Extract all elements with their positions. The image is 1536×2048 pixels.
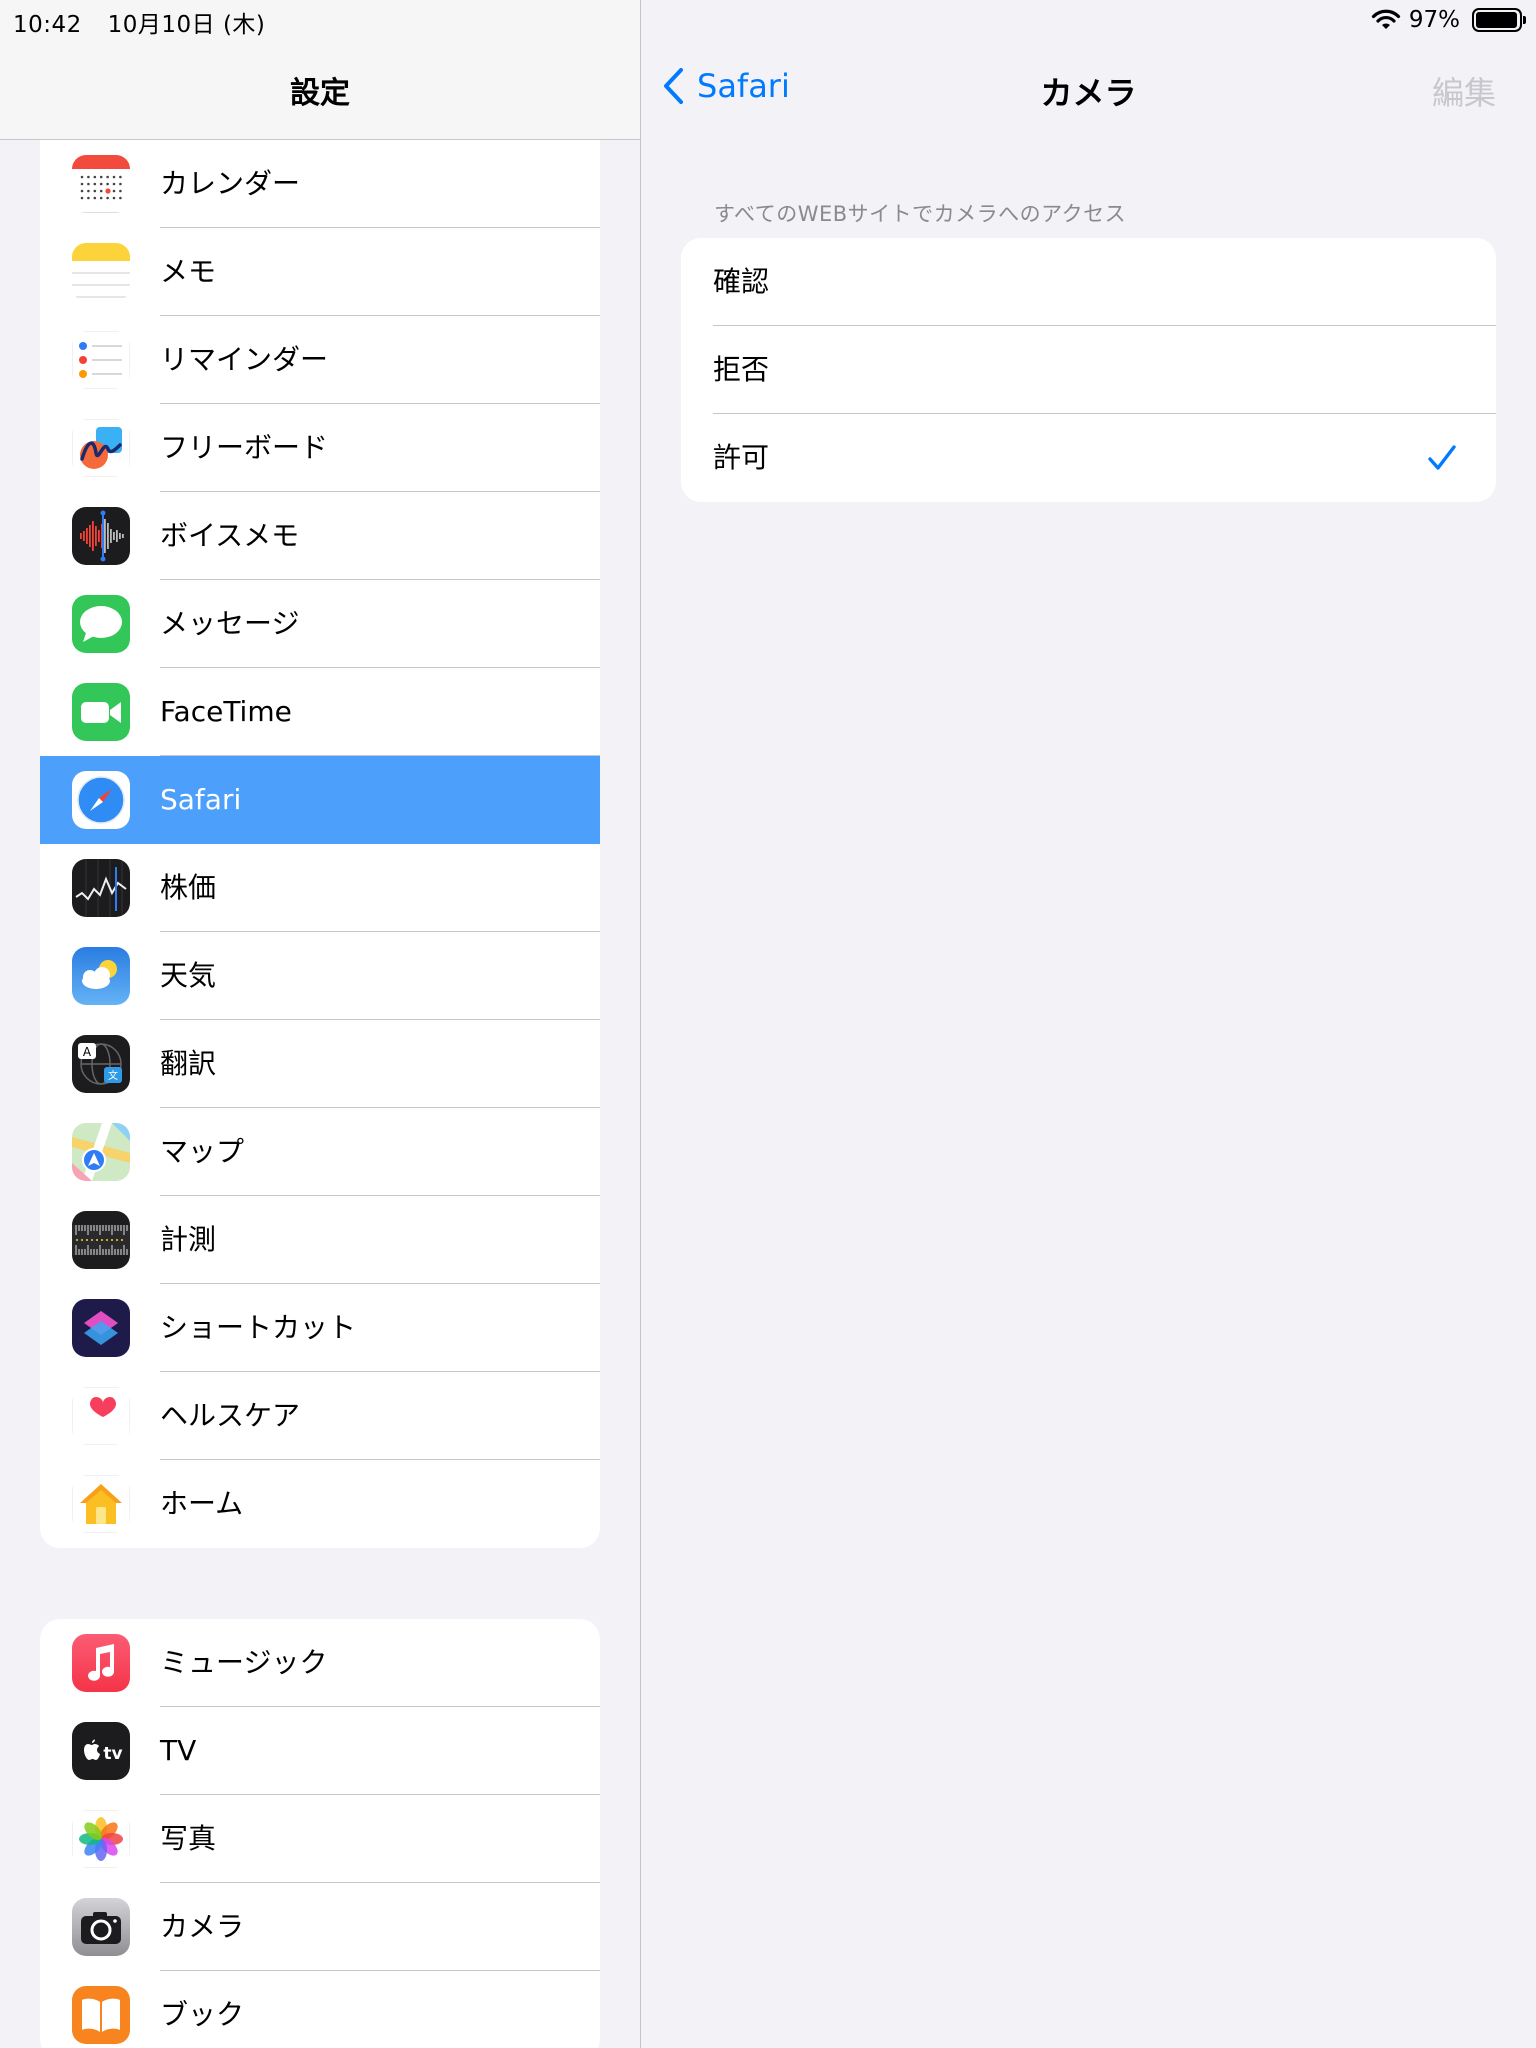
tv-icon: tv: [72, 1722, 130, 1780]
option-row[interactable]: 許可: [681, 414, 1496, 502]
page-title: カメラ: [1040, 74, 1137, 112]
sidebar-item-label: ホーム: [160, 1487, 244, 1520]
calendar-icon: [72, 155, 130, 213]
option-label: 拒否: [713, 353, 770, 386]
settings-group-apps: カレンダーメモリマインダー フリーボード ボイスメモメッセージ FaceTime Saf…: [40, 140, 600, 1548]
sidebar-item-notes[interactable]: メモ: [40, 228, 600, 316]
sidebar-item-label: 天気: [160, 959, 217, 992]
sidebar-item-photos[interactable]: 写真: [40, 1795, 600, 1883]
sidebar-item-safari[interactable]: Safari: [40, 756, 600, 844]
checkmark-icon: [1428, 445, 1456, 470]
health-icon: [72, 1387, 130, 1445]
status-time: 10:42 10月10日 (木): [13, 5, 265, 39]
sidebar-item-shortcuts[interactable]: ショートカット: [40, 1284, 600, 1372]
translate-icon: A文: [72, 1035, 130, 1093]
section-header: すべてのWEBサイトでカメラへのアクセス: [714, 202, 1127, 226]
camera-icon: [72, 1898, 130, 1956]
weather-icon: [72, 947, 130, 1005]
option-label: 許可: [713, 441, 770, 474]
sidebar-item-weather[interactable]: 天気: [40, 932, 600, 1020]
shortcuts-icon: [72, 1299, 130, 1357]
notes-icon: [72, 243, 130, 301]
safari-icon: [72, 771, 130, 829]
messages-icon: [72, 595, 130, 653]
status-indicators: 97%: [1371, 5, 1526, 35]
sidebar-item-label: ショートカット: [160, 1311, 357, 1344]
svg-text:tv: tv: [103, 1744, 122, 1764]
sidebar-item-label: 株価: [160, 871, 217, 904]
sidebar-item-health[interactable]: ヘルスケア: [40, 1372, 600, 1460]
sidebar-item-label: メモ: [160, 255, 217, 288]
svg-text:A: A: [83, 1045, 92, 1059]
status-date: 10月10日 (木): [107, 12, 266, 38]
sidebar-item-label: ボイスメモ: [160, 519, 300, 552]
sidebar-item-label: カメラ: [160, 1910, 245, 1943]
freeform-icon: [72, 419, 130, 477]
sidebar-item-label: ブック: [160, 1998, 245, 2031]
sidebar-item-home[interactable]: ホーム: [40, 1460, 600, 1548]
option-row[interactable]: 確認: [681, 238, 1496, 326]
sidebar-item-label: 計測: [160, 1223, 217, 1256]
settings-group-media: ミュージック tv TV 写真カメラブック: [40, 1619, 600, 2048]
option-label: 確認: [713, 265, 770, 298]
battery-percent: 97%: [1408, 7, 1460, 33]
battery-icon: [1472, 8, 1526, 32]
sidebar-item-maps[interactable]: マップ: [40, 1108, 600, 1196]
sidebar-item-freeform[interactable]: フリーボード: [40, 404, 600, 492]
sidebar-item-translate[interactable]: A 文翻訳: [40, 1020, 600, 1108]
option-row[interactable]: 拒否: [681, 326, 1496, 414]
sidebar-item-label: カレンダー: [160, 167, 301, 200]
sidebar-item-label: フリーボード: [160, 431, 329, 464]
sidebar-item-calendar[interactable]: カレンダー: [40, 140, 600, 228]
sidebar-item-label: Safari: [160, 783, 242, 816]
sidebar-item-label: ミュージック: [160, 1646, 328, 1679]
settings-sidebar: 設定 カレンダーメモリマインダー フリーボード ボイスメモメッセージ FaceTime…: [0, 0, 640, 2048]
maps-icon: [72, 1123, 130, 1181]
sidebar-item-camera[interactable]: カメラ: [40, 1883, 600, 1971]
sidebar-item-facetime[interactable]: FaceTime: [40, 668, 600, 756]
sidebar-item-measure[interactable]: 計測: [40, 1196, 600, 1284]
home-icon: [72, 1475, 130, 1533]
sidebar-item-label: ヘルスケア: [160, 1399, 301, 1432]
sidebar-item-messages[interactable]: メッセージ: [40, 580, 600, 668]
sidebar-item-label: リマインダー: [160, 343, 329, 376]
measure-icon: [72, 1211, 130, 1269]
stocks-icon: [72, 859, 130, 917]
sidebar-item-label: メッセージ: [160, 607, 300, 640]
voice-memos-icon: [72, 507, 130, 565]
camera-access-options: 確認 拒否 許可: [681, 238, 1496, 502]
sidebar-item-label: FaceTime: [160, 695, 292, 728]
reminders-icon: [72, 331, 130, 389]
status-clock: 10:42: [13, 12, 82, 38]
facetime-icon: [72, 683, 130, 741]
sidebar-item-voice-memos[interactable]: ボイスメモ: [40, 492, 600, 580]
battery-level: [1476, 12, 1517, 28]
sidebar-title: 設定: [290, 76, 350, 111]
books-icon: [72, 1986, 130, 2044]
sidebar-item-label: 写真: [160, 1822, 217, 1855]
sidebar-item-tv[interactable]: tv TV: [40, 1707, 600, 1795]
wifi-icon: [1371, 9, 1400, 29]
music-icon: [72, 1634, 130, 1692]
edit-button[interactable]: 編集: [1432, 68, 1496, 114]
sidebar-item-stocks[interactable]: 株価: [40, 844, 600, 932]
sidebar-item-books[interactable]: ブック: [40, 1971, 600, 2048]
detail-pane: Safari カメラ 編集 すべてのWEBサイトでカメラへのアクセス 確認 拒否許…: [641, 0, 1536, 2048]
sidebar-item-music[interactable]: ミュージック: [40, 1619, 600, 1707]
sidebar-item-label: 翻訳: [160, 1047, 217, 1080]
sidebar-item-label: マップ: [160, 1135, 245, 1168]
svg-text:文: 文: [108, 1069, 118, 1082]
sidebar-item-label: TV: [160, 1734, 197, 1767]
photos-icon: [72, 1810, 130, 1868]
sidebar-item-reminders[interactable]: リマインダー: [40, 316, 600, 404]
